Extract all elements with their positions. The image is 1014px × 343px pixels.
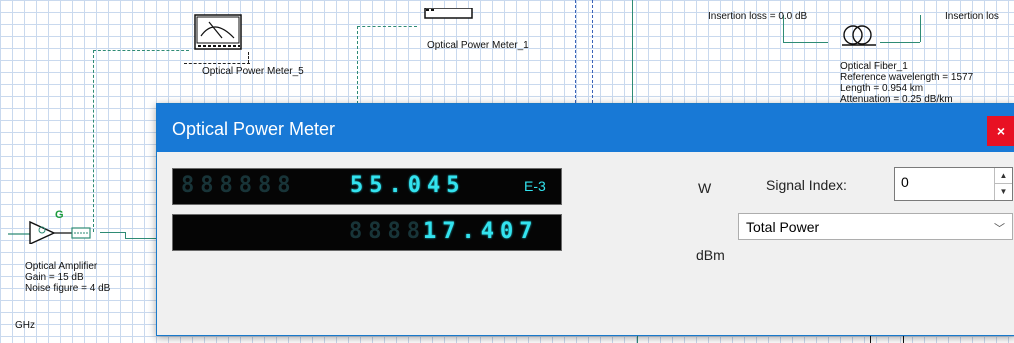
power-meter-icon (194, 14, 242, 50)
connection-line (632, 0, 633, 103)
dialog-title: Optical Power Meter (172, 119, 336, 139)
optical-amplifier-component[interactable] (8, 210, 98, 246)
connection-line (93, 50, 94, 232)
lcd-ghost-digits: 8888 (349, 219, 426, 244)
connection-line (783, 42, 828, 43)
power-type-select[interactable]: Total Power ﹀ (738, 213, 1013, 240)
lcd-value-watts: 55.045 (350, 173, 466, 198)
opm5-label: Optical Power Meter_5 (202, 66, 304, 77)
connection-line (357, 26, 358, 104)
optical-power-meter-dialog: Optical Power Meter × 888888 55.045 E-3 … (156, 103, 1014, 336)
close-button[interactable]: × (987, 116, 1014, 146)
connection-line (592, 0, 593, 103)
signal-index-value[interactable]: 0 (901, 174, 909, 190)
connection-line (920, 15, 921, 42)
unit-watts-label: W (698, 180, 712, 196)
unit-dbm-label: dBm (696, 247, 725, 263)
lcd-exponent: E-3 (524, 178, 546, 194)
fiber-name-label: Optical Fiber_1 (840, 61, 908, 72)
connection-line (93, 50, 189, 51)
optical-fiber-component[interactable] (838, 24, 880, 46)
gain-badge: G (55, 209, 64, 221)
signal-index-spinner[interactable]: 0 ▲ ▼ (894, 167, 1013, 201)
spinner-down-icon[interactable]: ▼ (995, 184, 1012, 199)
connection-line (100, 232, 125, 233)
fiber-coil-icon (842, 25, 876, 46)
optical-power-meter-1-component[interactable] (424, 7, 474, 22)
selection-dash (248, 52, 249, 63)
connection-line (880, 42, 920, 43)
insertion-loss-label: Insertion loss = 0.0 dB (708, 11, 808, 22)
spinner-buttons: ▲ ▼ (994, 168, 1012, 200)
power-type-value: Total Power (746, 219, 820, 235)
spinner-up-icon[interactable]: ▲ (995, 168, 1012, 184)
optical-power-meter-5-component[interactable] (194, 14, 246, 50)
chevron-down-icon: ﹀ (994, 223, 1005, 235)
amplifier-gain-label: Gain = 15 dB (25, 272, 84, 283)
selection-dash (184, 63, 250, 64)
amplifier-name-label: Optical Amplifier (25, 261, 98, 272)
ghz-label: GHz (15, 320, 35, 331)
connection-line (357, 26, 417, 27)
opm1-label: Optical Power Meter_1 (427, 40, 529, 51)
fiber-ref-wavelength-label: Reference wavelength = 1577 (840, 72, 974, 83)
fiber-length-label: Length = 0.954 km (840, 83, 924, 94)
dialog-titlebar[interactable]: Optical Power Meter × (157, 104, 1014, 152)
amplifier-icon (8, 220, 91, 246)
lcd-ghost-digits: 888888 (181, 173, 297, 198)
power-display-dbm: 8888 17.407 (172, 214, 562, 251)
connection-line (125, 232, 126, 238)
power-display-watts: 888888 55.045 E-3 (172, 168, 562, 205)
amplifier-noise-label: Noise figure = 4 dB (25, 283, 111, 294)
connection-line (575, 0, 576, 103)
connection-line (125, 238, 156, 239)
power-meter-icon (424, 7, 473, 19)
insertion-loss-label: Insertion los (945, 11, 999, 22)
lcd-value-dbm: 17.407 (423, 219, 539, 244)
signal-index-label: Signal Index: (766, 177, 847, 193)
